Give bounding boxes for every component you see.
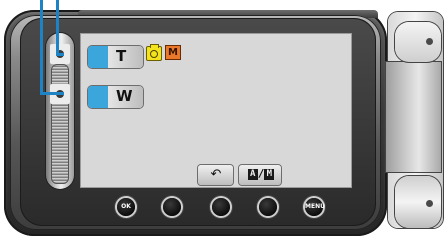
callout-line-wide — [40, 0, 43, 95]
zoom-wide-label: W — [116, 87, 133, 105]
operation-button-2[interactable] — [163, 198, 181, 216]
zoom-wide-button[interactable]: W — [88, 86, 143, 108]
hinge-bottom-cap — [395, 176, 441, 228]
return-icon: ↶ — [210, 166, 222, 181]
operation-button-3[interactable] — [212, 198, 230, 216]
manual-icon: M — [264, 168, 275, 180]
hinge-screw — [426, 200, 433, 207]
camera-icon — [146, 44, 162, 61]
hinge-shaft — [386, 62, 441, 172]
touch-slider-track[interactable] — [51, 64, 69, 184]
hinge-top-cap — [395, 22, 441, 62]
menu-button-label: MENU — [305, 203, 325, 210]
ok-button[interactable]: OK — [117, 198, 135, 216]
auto-manual-icon: A / M — [247, 167, 275, 181]
camera-icon-lens — [150, 50, 158, 58]
callout-line-tele — [56, 53, 64, 56]
ok-button-label: OK — [121, 203, 131, 210]
auto-icon: A — [247, 168, 258, 180]
auto-manual-separator: / — [257, 167, 265, 180]
zoom-tele-label: T — [116, 47, 127, 65]
operation-button-4[interactable] — [259, 198, 277, 216]
scene-icon: M — [165, 45, 181, 60]
menu-button[interactable]: MENU — [305, 198, 325, 216]
callout-line-tele — [56, 0, 59, 56]
callout-line-wide — [40, 92, 64, 95]
zoom-tele-button[interactable]: T — [88, 46, 143, 68]
camera-icon-top — [150, 44, 159, 48]
hinge-screw — [426, 38, 433, 45]
